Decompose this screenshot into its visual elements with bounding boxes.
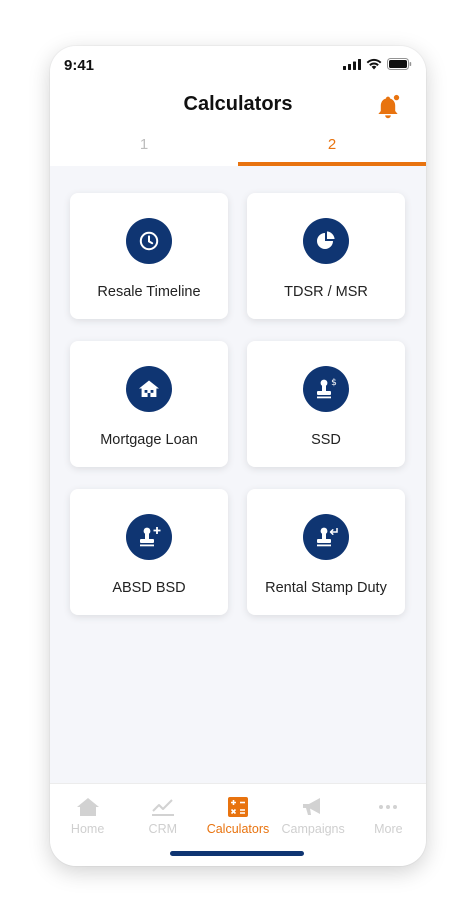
stamp-dollar-icon: $ [303, 366, 349, 412]
card-tdsr-msr[interactable]: TDSR / MSR [247, 193, 405, 319]
tab-2[interactable]: 2 [238, 128, 426, 166]
nav-item-campaigns[interactable]: Campaigns [278, 796, 348, 836]
more-dots-icon [375, 796, 401, 818]
card-resale-timeline[interactable]: Resale Timeline [70, 193, 228, 319]
status-bar: 9:41 [50, 46, 426, 84]
card-label: ABSD BSD [112, 580, 186, 596]
tab-bar: 1 2 [50, 128, 426, 166]
bell-icon [378, 93, 401, 119]
chart-line-icon [150, 796, 176, 818]
tab-1[interactable]: 1 [50, 128, 238, 166]
card-label: TDSR / MSR [284, 284, 368, 300]
home-indicator [170, 851, 304, 856]
home-icon [75, 796, 101, 818]
calculator-icon [225, 796, 251, 818]
svg-text:$: $ [331, 378, 337, 388]
megaphone-icon [300, 796, 326, 818]
header: Calculators [50, 84, 426, 128]
notification-bell-button[interactable] [374, 93, 402, 122]
bottom-nav: Home CRM Calculators Campaigns More [50, 783, 426, 866]
signal-icon [343, 58, 361, 70]
house-icon [126, 366, 172, 412]
card-ssd[interactable]: $ SSD [247, 341, 405, 467]
card-rental-stamp-duty[interactable]: Rental Stamp Duty [247, 489, 405, 615]
nav-item-calculators[interactable]: Calculators [203, 796, 273, 836]
nav-item-home[interactable]: Home [53, 796, 123, 836]
phone-frame: 9:41 Calculators 1 2 Resale Timeline TDS… [50, 46, 426, 866]
card-label: SSD [311, 432, 341, 448]
nav-label: Calculators [206, 822, 270, 836]
card-label: Mortgage Loan [100, 432, 198, 448]
card-label: Rental Stamp Duty [265, 580, 387, 596]
stamp-return-icon [303, 514, 349, 560]
card-absd-bsd[interactable]: ABSD BSD [70, 489, 228, 615]
nav-item-crm[interactable]: CRM [128, 796, 198, 836]
clock-icon [126, 218, 172, 264]
pie-chart-icon [303, 218, 349, 264]
stamp-plus-icon [126, 514, 172, 560]
nav-label: Campaigns [281, 822, 345, 836]
nav-label: Home [70, 822, 105, 836]
status-time: 9:41 [64, 57, 95, 74]
nav-label: More [374, 822, 403, 836]
calculator-grid: Resale Timeline TDSR / MSR Mortgage Loan… [70, 193, 405, 615]
battery-icon [387, 58, 412, 70]
nav-label: CRM [148, 822, 178, 836]
card-mortgage-loan[interactable]: Mortgage Loan [70, 341, 228, 467]
status-icons [343, 58, 412, 70]
nav-item-more[interactable]: More [353, 796, 423, 836]
card-label: Resale Timeline [97, 284, 201, 300]
wifi-icon [366, 58, 382, 70]
page-title: Calculators [183, 93, 293, 115]
